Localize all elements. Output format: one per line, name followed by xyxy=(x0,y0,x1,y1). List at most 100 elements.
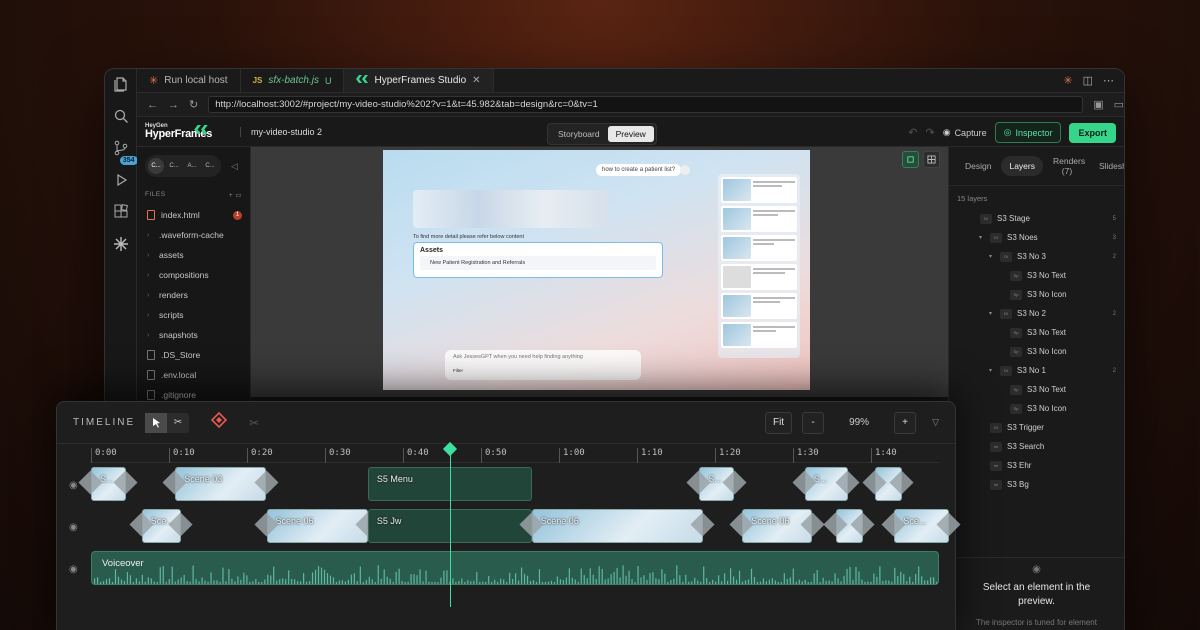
export-button[interactable]: Export xyxy=(1069,122,1116,143)
file-item[interactable]: › snapshots xyxy=(137,325,250,345)
redo-icon[interactable]: ↷ xyxy=(925,126,934,139)
close-icon[interactable]: ✕ xyxy=(472,75,480,86)
chevron-down-icon[interactable]: ▾ xyxy=(979,234,985,241)
zoom-in-button[interactable]: + xyxy=(894,411,917,434)
layer-row[interactable]: ▾ Di S3 Noes 3 xyxy=(949,228,1124,247)
grid-icon[interactable] xyxy=(923,151,940,168)
waveform-bar xyxy=(416,575,418,584)
composition-chip[interactable]: C... xyxy=(148,158,164,174)
spark-icon[interactable] xyxy=(112,235,130,253)
clip-label: Scene 03 xyxy=(184,474,223,484)
layer-row[interactable]: Sp S3 No Icon xyxy=(949,399,1124,418)
tab-design[interactable]: Design xyxy=(957,156,999,176)
file-item[interactable]: › assets xyxy=(137,245,250,265)
screencast-icon[interactable]: ▣ xyxy=(1093,98,1103,111)
extensions-icon[interactable] xyxy=(112,203,130,221)
file-item[interactable]: › renders xyxy=(137,285,250,305)
capture-button[interactable]: ◉ Capture xyxy=(943,127,987,138)
composition-chip[interactable]: C... xyxy=(166,158,182,174)
waveform-bar xyxy=(434,581,436,584)
collapse-sidebar-icon[interactable]: ◁ xyxy=(231,161,238,172)
tab-hyperframes-studio[interactable]: HyperFrames Studio ✕ xyxy=(344,69,494,92)
split-editor-icon[interactable]: ◫ xyxy=(1083,74,1093,87)
eye-icon[interactable]: ◉ xyxy=(69,480,78,491)
layer-row[interactable]: ▾ Di S3 No 1 2 xyxy=(949,361,1124,380)
time-ruler[interactable]: 0:00 0:10 0:20 0:30 0:40 0:50 1:00 1:10 1:20 1:30… xyxy=(91,445,939,463)
tab-slideshow[interactable]: Slidesh xyxy=(1091,156,1124,176)
ask-placeholder: Ask JessesGPT when you need help finding… xyxy=(453,354,583,360)
layer-row[interactable]: Sp S3 No Icon xyxy=(949,285,1124,304)
spark-icon[interactable]: ✳ xyxy=(1063,74,1072,87)
chevron-down-icon[interactable]: ▽ xyxy=(932,417,939,428)
eye-icon[interactable]: ◉ xyxy=(69,522,78,533)
pointer-icon[interactable] xyxy=(145,412,168,433)
fit-button[interactable]: Fit xyxy=(764,411,793,434)
waveform-bar xyxy=(732,576,735,584)
eye-icon[interactable]: ◉ xyxy=(69,564,78,575)
timeline-clip[interactable]: Scene 06 xyxy=(531,509,704,543)
tab-layers[interactable]: Layers xyxy=(1001,156,1043,177)
layer-row[interactable]: Im S3 Ehr xyxy=(949,456,1124,475)
layer-row[interactable]: Sp S3 No Text xyxy=(949,380,1124,399)
file-item[interactable]: › .waveform-cache xyxy=(137,225,250,245)
preview-button[interactable]: Preview xyxy=(607,126,654,142)
file-item[interactable]: › scripts xyxy=(137,305,250,325)
composition-chip[interactable]: C... xyxy=(202,158,218,174)
reload-icon[interactable]: ↻ xyxy=(189,98,198,111)
layer-row[interactable]: ▾ Di S3 No 3 2 xyxy=(949,247,1124,266)
waveform-bar xyxy=(831,581,833,584)
scissors-icon[interactable]: ✂ xyxy=(167,413,189,433)
file-item[interactable]: .env.local xyxy=(137,365,250,385)
inspector-button[interactable]: ◎ Inspector xyxy=(994,122,1062,143)
voiceover-clip[interactable]: Voiceover xyxy=(91,551,939,585)
source-control-badge: 354 xyxy=(119,156,138,165)
layer-row[interactable]: ▾ Di S3 No 2 2 xyxy=(949,304,1124,323)
new-file-icon[interactable]: + ▭ xyxy=(229,191,242,199)
preview-stage[interactable]: how to create a patient list? To find mo… xyxy=(383,150,810,390)
waveform-bar xyxy=(936,581,938,584)
undo-icon[interactable]: ↶ xyxy=(908,126,917,139)
file-item[interactable]: › compositions xyxy=(137,265,250,285)
layer-row[interactable]: Di S3 Stage 5 xyxy=(949,209,1124,228)
waveform-bar xyxy=(273,566,275,584)
pick-icon[interactable] xyxy=(902,151,919,168)
file-item[interactable]: index.html 1 xyxy=(137,205,250,225)
playhead[interactable] xyxy=(450,447,451,607)
timeline-clip[interactable]: Scene 06 xyxy=(266,509,368,543)
composition-chip[interactable]: A... xyxy=(184,158,200,174)
file-item[interactable]: .DS_Store xyxy=(137,345,250,365)
keyframe-icon[interactable] xyxy=(210,411,228,433)
layer-row[interactable]: Im S3 Bg xyxy=(949,475,1124,494)
chevron-down-icon[interactable]: ▾ xyxy=(989,253,995,260)
run-debug-icon[interactable] xyxy=(112,171,130,189)
files-icon[interactable] xyxy=(112,75,130,93)
waveform-bar xyxy=(144,581,146,584)
device-icon[interactable]: ▭ xyxy=(1114,98,1124,111)
more-icon[interactable]: ⋯ xyxy=(1103,74,1114,87)
split-icon[interactable]: ✂ xyxy=(249,416,259,430)
project-name[interactable]: my-video-studio 2 xyxy=(240,126,322,137)
chevron-down-icon[interactable]: ▾ xyxy=(989,367,995,374)
waveform-bar xyxy=(515,573,517,584)
tab-renders[interactable]: Renders (7) xyxy=(1045,151,1089,181)
layer-row[interactable]: Di S3 Trigger xyxy=(949,418,1124,437)
waveform-bar xyxy=(201,577,203,584)
layer-row[interactable]: Sp S3 No Text xyxy=(949,323,1124,342)
search-icon[interactable] xyxy=(112,107,130,125)
layer-row[interactable]: Im S3 Search xyxy=(949,437,1124,456)
back-icon[interactable]: ← xyxy=(147,99,158,111)
waveform-bar xyxy=(485,582,487,584)
tab-sfx-batch[interactable]: JS sfx-batch.js U xyxy=(241,69,345,92)
layer-type-icon: Di xyxy=(1000,365,1012,376)
storyboard-button[interactable]: Storyboard xyxy=(550,126,608,142)
source-control-icon[interactable]: 354 xyxy=(112,139,138,165)
chevron-down-icon[interactable]: ▾ xyxy=(989,310,995,317)
forward-icon[interactable]: → xyxy=(168,99,179,111)
url-input[interactable]: http://localhost:3002/#project/my-video-… xyxy=(208,96,1084,113)
tab-run-local-host[interactable]: ✳ Run local host xyxy=(137,69,241,92)
zoom-out-button[interactable]: - xyxy=(802,411,825,434)
waveform-bar xyxy=(729,568,732,584)
layer-row[interactable]: Sp S3 No Text xyxy=(949,266,1124,285)
layer-row[interactable]: Sp S3 No Icon xyxy=(949,342,1124,361)
timeline-clip[interactable]: Scene 03 xyxy=(175,467,267,501)
